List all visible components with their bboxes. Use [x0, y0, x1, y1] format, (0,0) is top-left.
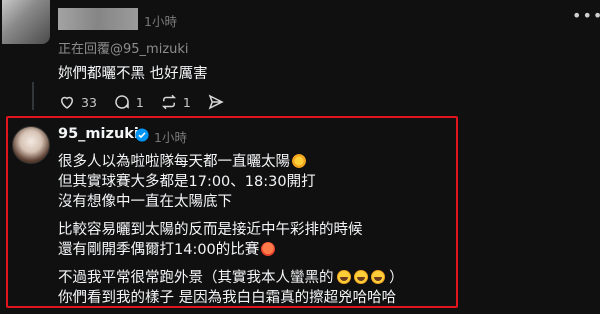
- replying-to-label[interactable]: 正在回覆@95_mizuki: [58, 38, 189, 57]
- comment-button[interactable]: 1: [113, 93, 144, 111]
- comment-count: 1: [135, 94, 144, 110]
- post-line-1: 很多人以為啦啦隊每天都一直曬太陽: [58, 150, 306, 171]
- post-line-6-text: 不過我平常很常跑外景（其實我本人蠻黑的: [58, 270, 334, 286]
- author-username[interactable]: 95_mizuki: [58, 126, 139, 142]
- hot-face-emoji-icon: [261, 242, 276, 256]
- sun-emoji-icon: [292, 154, 306, 168]
- more-options-icon[interactable]: •••: [572, 6, 600, 25]
- post-line-5-text: 還有剛開季偶爾打14:00的比賽: [58, 242, 260, 258]
- heart-icon: [60, 96, 74, 109]
- post-line-7: 你們看到我的樣子 是因為我白白霜真的擦超兇哈哈哈: [58, 290, 397, 306]
- comment-icon: [115, 95, 129, 109]
- post-line-5: 還有剛開季偶爾打14:00的比賽: [58, 238, 276, 259]
- reply-text: 妳們都曬不黑 也好厲害: [58, 66, 208, 82]
- reply-timestamp: 1小時: [144, 14, 177, 29]
- repost-count: 1: [182, 94, 191, 110]
- thread-connector-line: [32, 82, 34, 110]
- post-line-3: 沒有想像中一直在太陽底下: [58, 194, 232, 210]
- repost-icon: [161, 94, 176, 110]
- repost-button[interactable]: 1: [160, 93, 191, 111]
- like-count: 33: [81, 94, 97, 110]
- rofl-emoji-icon: [336, 270, 351, 284]
- post-line-4: 比較容易曬到太陽的反而是接近中午彩排的時候: [58, 222, 363, 238]
- reply-action-bar: 33 1 1: [58, 92, 246, 112]
- author-avatar[interactable]: [12, 126, 50, 164]
- share-button[interactable]: [207, 93, 230, 111]
- rofl-emoji-icon: [370, 270, 385, 284]
- post-line-6: 不過我平常很常跑外景（其實我本人蠻黑的 ）: [58, 266, 404, 287]
- post-line-2: 但其實球賽大多都是17:00、18:30開打: [58, 174, 316, 190]
- post-line-6-close: ）: [389, 270, 404, 286]
- like-button[interactable]: 33: [58, 93, 97, 111]
- send-icon: [208, 94, 224, 110]
- verified-badge-icon: [135, 128, 149, 142]
- reply-author-avatar[interactable]: [2, 0, 50, 44]
- post-timestamp: 1小時: [154, 130, 187, 145]
- post-line-1-text: 很多人以為啦啦隊每天都一直曬太陽: [58, 154, 290, 170]
- rofl-emoji-icon: [353, 270, 368, 284]
- reply-author-name-redacted[interactable]: [58, 8, 138, 30]
